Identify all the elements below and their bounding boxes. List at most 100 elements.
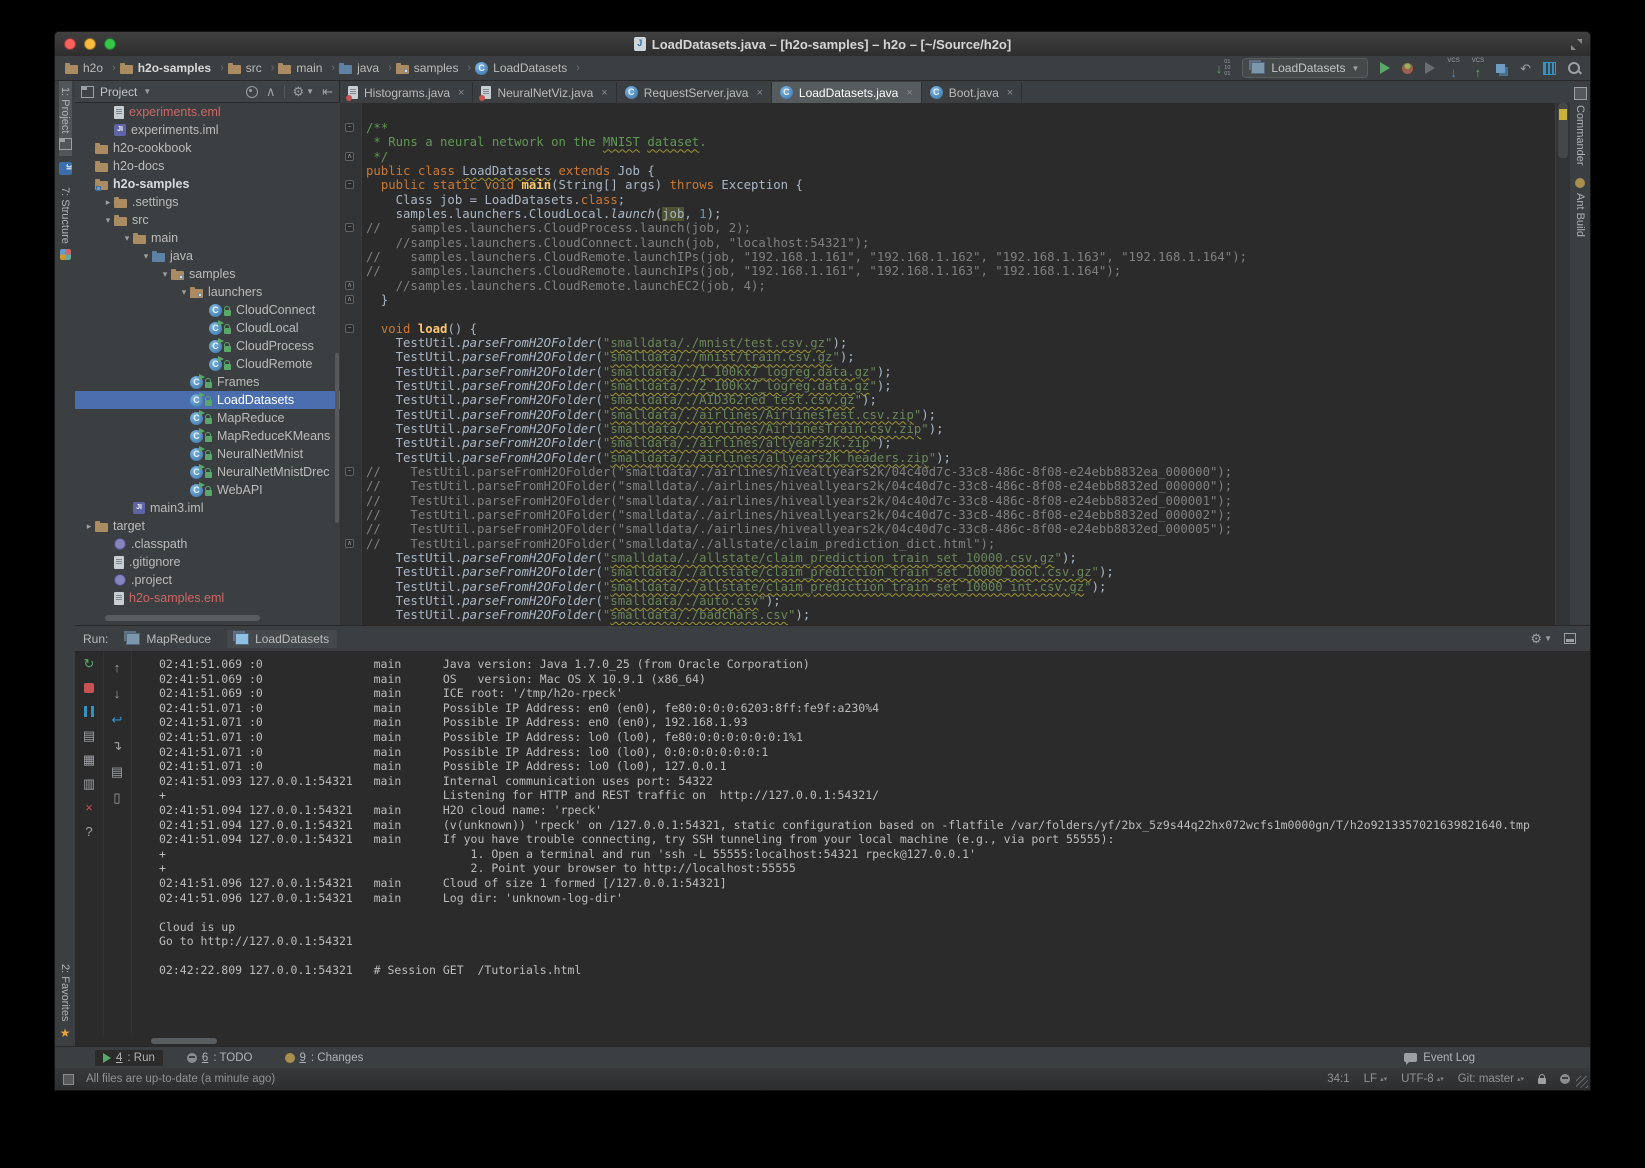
tree-item-target[interactable]: ▸target xyxy=(75,517,340,535)
tree-item-h2o-docs[interactable]: h2o-docs xyxy=(75,157,340,175)
zoom-window-button[interactable] xyxy=(104,38,116,50)
console-output-area[interactable]: 02:41:51.069 :0 main Java version: Java … xyxy=(139,651,1586,1035)
tree-item-.classpath[interactable]: .classpath xyxy=(75,535,340,553)
divider[interactable] xyxy=(284,86,285,98)
tree-item-h2o-cookbook[interactable]: h2o-cookbook xyxy=(75,139,340,157)
pause-output-button[interactable] xyxy=(84,705,94,718)
restore-layout-button[interactable]: ▤ xyxy=(83,729,95,742)
tree-item-NeuralNetMnist[interactable]: NeuralNetMnist xyxy=(75,445,340,463)
coverage-button[interactable] xyxy=(1425,62,1435,74)
scroll-to-end-button[interactable]: ↴ xyxy=(112,739,123,752)
debug-button[interactable] xyxy=(1402,63,1413,74)
status-utf-8[interactable]: UTF-8▴▾ xyxy=(1401,1073,1444,1085)
close-icon[interactable]: × xyxy=(1007,87,1013,99)
tab-Histograms.java[interactable]: Histograms.java× xyxy=(340,82,473,103)
tool-button-jl[interactable] xyxy=(59,156,72,181)
console-horizontal-scrollbar[interactable] xyxy=(151,1038,217,1044)
lock-icon[interactable] xyxy=(1538,1078,1546,1084)
incoming-changes-icon[interactable]: ↓011001 xyxy=(1216,59,1231,77)
down-the-stack-button[interactable]: ↓ xyxy=(114,687,121,700)
undo-button[interactable]: ↶ xyxy=(1520,62,1531,75)
tool-button-favorites[interactable]: 2: Favorites★ xyxy=(58,958,72,1046)
scroll-from-source-icon[interactable] xyxy=(246,86,258,98)
breadcrumb-item-samples[interactable]: samples› xyxy=(396,61,471,75)
close-icon[interactable]: × xyxy=(458,87,464,99)
tree-item-WebAPI[interactable]: WebAPI xyxy=(75,481,340,499)
tab-Boot.java[interactable]: Boot.java× xyxy=(922,82,1022,103)
inspector-icon[interactable] xyxy=(1560,1074,1570,1084)
tree-item-CloudConnect[interactable]: CloudConnect xyxy=(75,301,340,319)
clear-all-button[interactable]: ▯ xyxy=(113,791,120,804)
update-status-icon[interactable] xyxy=(63,1074,74,1085)
editor-error-stripe[interactable] xyxy=(1555,103,1570,625)
close-button[interactable]: × xyxy=(85,801,93,814)
help-button[interactable]: ? xyxy=(85,825,92,838)
tree-item-.gitignore[interactable]: .gitignore xyxy=(75,553,340,571)
editor-content[interactable]: /** * Runs a neural network on the MNIST… xyxy=(362,103,1556,625)
tree-item-.settings[interactable]: ▸.settings xyxy=(75,193,340,211)
fold-expand-icon[interactable]: ∧ xyxy=(345,295,354,304)
close-icon[interactable]: × xyxy=(756,87,762,99)
tree-item-MapReduce[interactable]: MapReduce xyxy=(75,409,340,427)
project-tree[interactable]: experiments.emlexperiments.imlh2o-cookbo… xyxy=(75,103,341,625)
warning-stripe-mark[interactable] xyxy=(1559,109,1567,120)
incoming-changes-icon[interactable]: ↓011001 xyxy=(1216,59,1231,77)
fold-expand-icon[interactable]: ∧ xyxy=(345,281,354,290)
breadcrumb-item-h2o-samples[interactable]: h2o-samples› xyxy=(120,61,224,75)
tree-toggle-icon[interactable]: ▾ xyxy=(159,269,171,280)
fold-expand-icon[interactable]: ∧ xyxy=(345,539,354,548)
close-window-button[interactable] xyxy=(64,38,76,50)
project-panel-header[interactable]: Project ▼ ∧⚙▼⇤ xyxy=(75,81,340,103)
hide-panel-icon[interactable]: ⇤ xyxy=(322,85,333,98)
tool-window-button-changes[interactable]: 9: Changes xyxy=(277,1050,372,1066)
tree-toggle-icon[interactable]: ▾ xyxy=(121,233,133,244)
tool-button-1-project[interactable]: 1: Project xyxy=(59,81,72,156)
tree-item-h2o-samples[interactable]: h2o-samples xyxy=(75,175,340,193)
tree-toggle-icon[interactable]: ▾ xyxy=(102,215,114,226)
breadcrumb-item-java[interactable]: java› xyxy=(339,61,392,75)
tree-item-samples[interactable]: ▾samples xyxy=(75,265,340,283)
tool-button-7-structure[interactable]: 7: Structure xyxy=(59,181,71,266)
console-settings-gear-icon[interactable]: ⚙▼ xyxy=(1530,632,1552,645)
vertical-scrollbar[interactable] xyxy=(335,353,339,523)
hide-console-icon[interactable] xyxy=(1564,633,1576,644)
run-tab-LoadDatasets[interactable]: LoadDatasets xyxy=(227,630,337,648)
tree-item-MapReduceKMeans[interactable]: MapReduceKMeans xyxy=(75,427,340,445)
fold-collapse-icon[interactable]: − xyxy=(345,223,354,232)
tree-toggle-icon[interactable]: ▾ xyxy=(178,287,190,298)
fold-collapse-icon[interactable]: − xyxy=(345,180,354,189)
tree-item-main[interactable]: ▾main xyxy=(75,229,340,247)
tree-toggle-icon[interactable]: ▸ xyxy=(102,197,114,208)
print-console-button[interactable]: ▤ xyxy=(111,765,123,778)
tree-toggle-icon[interactable]: ▾ xyxy=(140,251,152,262)
tab-RequestServer.java[interactable]: RequestServer.java× xyxy=(617,82,772,103)
breadcrumb-item-main[interactable]: main› xyxy=(278,61,335,75)
tree-item-launchers[interactable]: ▾launchers xyxy=(75,283,340,301)
fold-expand-icon[interactable]: ∧ xyxy=(345,152,354,161)
changes-popup-button[interactable] xyxy=(1496,64,1508,73)
status-lf[interactable]: LF▴▾ xyxy=(1364,1073,1387,1085)
fold-collapse-icon[interactable]: − xyxy=(345,123,354,132)
stop-button[interactable] xyxy=(84,681,94,694)
show-console-button[interactable]: ▦ xyxy=(83,753,95,766)
tree-item-LoadDatasets[interactable]: LoadDatasets xyxy=(75,391,340,409)
status-34[interactable]: 34:1 xyxy=(1327,1073,1349,1085)
tree-toggle-icon[interactable]: ▸ xyxy=(83,521,95,532)
vcs-update-button[interactable]: VCS↓ xyxy=(1447,58,1459,79)
tool-button-commander[interactable]: Commander xyxy=(1574,81,1587,172)
tab-LoadDatasets.java[interactable]: LoadDatasets.java× xyxy=(772,82,922,103)
diff-button[interactable] xyxy=(1543,62,1556,75)
tree-item-.project[interactable]: .project xyxy=(75,571,340,589)
close-icon[interactable]: × xyxy=(906,87,912,99)
tree-item-CloudRemote[interactable]: CloudRemote xyxy=(75,355,340,373)
close-icon[interactable]: × xyxy=(601,87,607,99)
minimize-window-button[interactable] xyxy=(84,38,96,50)
tree-item-java[interactable]: ▾java xyxy=(75,247,340,265)
tree-item-Frames[interactable]: Frames xyxy=(75,373,340,391)
tool-button-ant-build[interactable]: Ant Build xyxy=(1574,172,1586,243)
chevron-down-icon[interactable]: ▼ xyxy=(143,87,151,96)
tree-item-NeuralNetMnistDrec[interactable]: NeuralNetMnistDrec xyxy=(75,463,340,481)
tree-item-main3.iml[interactable]: main3.iml xyxy=(75,499,340,517)
breadcrumb-item-LoadDatasets[interactable]: LoadDatasets› xyxy=(475,61,580,75)
fullscreen-icon[interactable] xyxy=(1571,39,1582,50)
